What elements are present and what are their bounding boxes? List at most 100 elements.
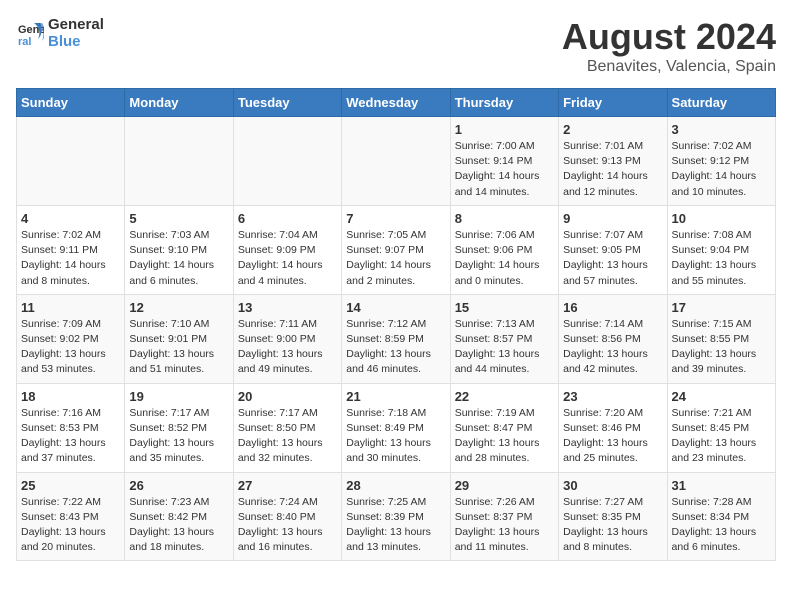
calendar-cell: 6 Sunrise: 7:04 AM Sunset: 9:09 PM Daylig… [233, 205, 341, 294]
day-number: 1 [455, 122, 554, 137]
calendar-cell: 24Sunrise: 7:21 AM Sunset: 8:45 PM Dayli… [667, 383, 775, 472]
cell-content: Sunrise: 7:15 AM Sunset: 8:55 PM Dayligh… [672, 317, 771, 378]
calendar-cell [125, 117, 233, 206]
calendar-cell: 9Sunrise: 7:07 AM Sunset: 9:05 PM Daylig… [559, 205, 667, 294]
cell-content: Sunrise: 7:00 AM Sunset: 9:14 PM Dayligh… [455, 139, 554, 200]
day-number: 17 [672, 300, 771, 315]
day-number: 10 [672, 211, 771, 226]
cell-content: Sunrise: 7:10 AM Sunset: 9:01 PM Dayligh… [129, 317, 228, 378]
day-number: 5 [129, 211, 228, 226]
cell-content: Sunrise: 7:06 AM Sunset: 9:06 PM Dayligh… [455, 228, 554, 289]
calendar-cell: 4Sunrise: 7:02 AM Sunset: 9:11 PM Daylig… [17, 205, 125, 294]
day-number: 28 [346, 478, 445, 493]
calendar-cell [342, 117, 450, 206]
calendar-cell: 15Sunrise: 7:13 AM Sunset: 8:57 PM Dayli… [450, 294, 558, 383]
day-number: 30 [563, 478, 662, 493]
calendar-header: SundayMondayTuesdayWednesdayThursdayFrid… [17, 89, 776, 117]
cell-content: Sunrise: 7:20 AM Sunset: 8:46 PM Dayligh… [563, 406, 662, 467]
cell-content: Sunrise: 7:28 AM Sunset: 8:34 PM Dayligh… [672, 495, 771, 556]
logo-line1: General [48, 16, 104, 33]
calendar-week-3: 11Sunrise: 7:09 AM Sunset: 9:02 PM Dayli… [17, 294, 776, 383]
header-cell-saturday: Saturday [667, 89, 775, 117]
calendar-cell: 14Sunrise: 7:12 AM Sunset: 8:59 PM Dayli… [342, 294, 450, 383]
calendar-cell: 12Sunrise: 7:10 AM Sunset: 9:01 PM Dayli… [125, 294, 233, 383]
main-title: August 2024 [562, 16, 776, 58]
cell-content: Sunrise: 7:16 AM Sunset: 8:53 PM Dayligh… [21, 406, 120, 467]
day-number: 8 [455, 211, 554, 226]
day-number: 6 [238, 211, 337, 226]
calendar-cell: 26Sunrise: 7:23 AM Sunset: 8:42 PM Dayli… [125, 472, 233, 561]
header-cell-sunday: Sunday [17, 89, 125, 117]
calendar-cell [233, 117, 341, 206]
day-number: 24 [672, 389, 771, 404]
calendar-cell: 2 Sunrise: 7:01 AM Sunset: 9:13 PM Daylig… [559, 117, 667, 206]
calendar-cell: 28 Sunrise: 7:25 AM Sunset: 8:39 PM Dayli… [342, 472, 450, 561]
day-number: 18 [21, 389, 120, 404]
day-number: 26 [129, 478, 228, 493]
header-cell-thursday: Thursday [450, 89, 558, 117]
cell-content: Sunrise: 7:07 AM Sunset: 9:05 PM Dayligh… [563, 228, 662, 289]
cell-content: Sunrise: 7:17 AM Sunset: 8:50 PM Dayligh… [238, 406, 337, 467]
header-cell-wednesday: Wednesday [342, 89, 450, 117]
header-cell-friday: Friday [559, 89, 667, 117]
logo: Gene ral General Blue [16, 16, 104, 50]
calendar-cell: 3 Sunrise: 7:02 AM Sunset: 9:12 PM Daylig… [667, 117, 775, 206]
calendar-cell: 27 Sunrise: 7:24 AM Sunset: 8:40 PM Dayli… [233, 472, 341, 561]
calendar-cell: 21 Sunrise: 7:18 AM Sunset: 8:49 PM Dayli… [342, 383, 450, 472]
calendar-cell: 19Sunrise: 7:17 AM Sunset: 8:52 PM Dayli… [125, 383, 233, 472]
logo-line2: Blue [48, 33, 104, 50]
title-area: August 2024 Benavites, Valencia, Spain [562, 16, 776, 76]
cell-content: Sunrise: 7:19 AM Sunset: 8:47 PM Dayligh… [455, 406, 554, 467]
cell-content: Sunrise: 7:17 AM Sunset: 8:52 PM Dayligh… [129, 406, 228, 467]
cell-content: Sunrise: 7:18 AM Sunset: 8:49 PM Dayligh… [346, 406, 445, 467]
calendar-week-4: 18 Sunrise: 7:16 AM Sunset: 8:53 PM Dayli… [17, 383, 776, 472]
calendar-cell: 18 Sunrise: 7:16 AM Sunset: 8:53 PM Dayli… [17, 383, 125, 472]
calendar-cell: 29Sunrise: 7:26 AM Sunset: 8:37 PM Dayli… [450, 472, 558, 561]
calendar-cell [17, 117, 125, 206]
day-number: 31 [672, 478, 771, 493]
cell-content: Sunrise: 7:14 AM Sunset: 8:56 PM Dayligh… [563, 317, 662, 378]
day-number: 2 [563, 122, 662, 137]
calendar-cell: 23 Sunrise: 7:20 AM Sunset: 8:46 PM Dayli… [559, 383, 667, 472]
calendar-cell: 17 Sunrise: 7:15 AM Sunset: 8:55 PM Dayli… [667, 294, 775, 383]
day-number: 16 [563, 300, 662, 315]
cell-content: Sunrise: 7:25 AM Sunset: 8:39 PM Dayligh… [346, 495, 445, 556]
day-number: 29 [455, 478, 554, 493]
logo-icon: Gene ral [16, 19, 44, 47]
day-number: 7 [346, 211, 445, 226]
day-number: 11 [21, 300, 120, 315]
cell-content: Sunrise: 7:02 AM Sunset: 9:12 PM Dayligh… [672, 139, 771, 200]
day-number: 3 [672, 122, 771, 137]
day-number: 13 [238, 300, 337, 315]
cell-content: Sunrise: 7:11 AM Sunset: 9:00 PM Dayligh… [238, 317, 337, 378]
calendar-week-1: 1 Sunrise: 7:00 AM Sunset: 9:14 PM Daylig… [17, 117, 776, 206]
calendar-cell: 16 Sunrise: 7:14 AM Sunset: 8:56 PM Dayli… [559, 294, 667, 383]
cell-content: Sunrise: 7:24 AM Sunset: 8:40 PM Dayligh… [238, 495, 337, 556]
header-cell-monday: Monday [125, 89, 233, 117]
calendar-cell: 31 Sunrise: 7:28 AM Sunset: 8:34 PM Dayli… [667, 472, 775, 561]
cell-content: Sunrise: 7:08 AM Sunset: 9:04 PM Dayligh… [672, 228, 771, 289]
calendar-cell: 20Sunrise: 7:17 AM Sunset: 8:50 PM Dayli… [233, 383, 341, 472]
svg-text:ral: ral [18, 36, 31, 47]
header-row: SundayMondayTuesdayWednesdayThursdayFrid… [17, 89, 776, 117]
day-number: 14 [346, 300, 445, 315]
cell-content: Sunrise: 7:04 AM Sunset: 9:09 PM Dayligh… [238, 228, 337, 289]
calendar-cell: 5Sunrise: 7:03 AM Sunset: 9:10 PM Daylig… [125, 205, 233, 294]
cell-content: Sunrise: 7:02 AM Sunset: 9:11 PM Dayligh… [21, 228, 120, 289]
day-number: 22 [455, 389, 554, 404]
calendar-cell: 22 Sunrise: 7:19 AM Sunset: 8:47 PM Dayli… [450, 383, 558, 472]
day-number: 23 [563, 389, 662, 404]
day-number: 21 [346, 389, 445, 404]
subtitle: Benavites, Valencia, Spain [562, 58, 776, 76]
calendar-cell: 7Sunrise: 7:05 AM Sunset: 9:07 PM Daylig… [342, 205, 450, 294]
cell-content: Sunrise: 7:22 AM Sunset: 8:43 PM Dayligh… [21, 495, 120, 556]
cell-content: Sunrise: 7:01 AM Sunset: 9:13 PM Dayligh… [563, 139, 662, 200]
header: Gene ral General Blue August 2024 Benavi… [16, 16, 776, 76]
calendar-cell: 11Sunrise: 7:09 AM Sunset: 9:02 PM Dayli… [17, 294, 125, 383]
day-number: 15 [455, 300, 554, 315]
calendar-table: SundayMondayTuesdayWednesdayThursdayFrid… [16, 88, 776, 561]
calendar-cell: 10 Sunrise: 7:08 AM Sunset: 9:04 PM Dayli… [667, 205, 775, 294]
calendar-week-5: 25Sunrise: 7:22 AM Sunset: 8:43 PM Dayli… [17, 472, 776, 561]
calendar-cell: 8 Sunrise: 7:06 AM Sunset: 9:06 PM Daylig… [450, 205, 558, 294]
day-number: 27 [238, 478, 337, 493]
